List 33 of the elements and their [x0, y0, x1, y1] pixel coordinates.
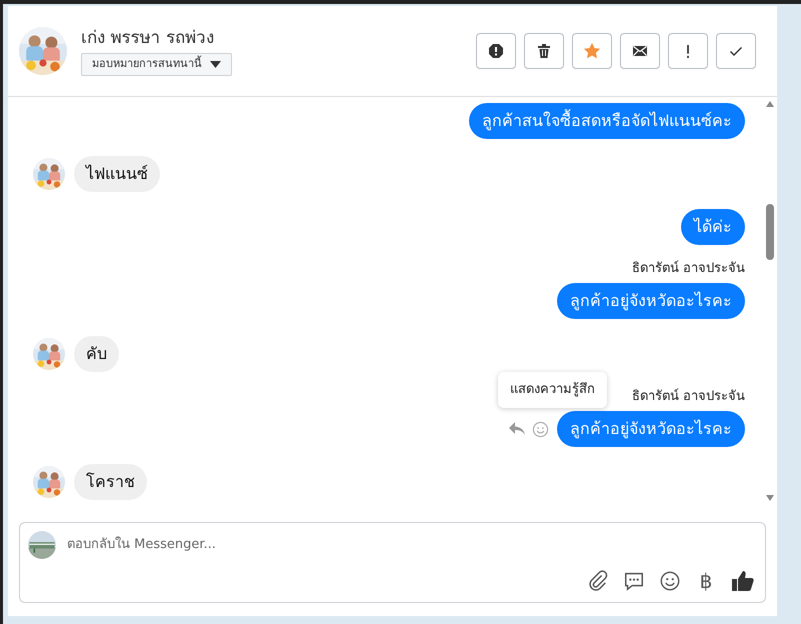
done-button[interactable]: [716, 33, 756, 69]
smiley-icon[interactable]: [659, 570, 681, 592]
thumbs-up-icon[interactable]: [731, 569, 755, 593]
important-button[interactable]: [668, 33, 708, 69]
mail-button[interactable]: [620, 33, 660, 69]
message-bubble: ลูกค้าอยู่จังหวัดอะไรคะ: [557, 411, 745, 447]
contact-name: เก่ง พรรษา รถพ่วง: [81, 26, 214, 48]
spam-button[interactable]: [476, 33, 516, 69]
star-button[interactable]: [572, 33, 612, 69]
assign-dropdown[interactable]: มอบหมายการสนทนานี้: [81, 52, 232, 76]
reply-input[interactable]: ตอบกลับใน Messenger...: [67, 535, 757, 555]
message-bubble: ลูกค้าสนใจซื้อสดหรือจัดไฟแนนซ์คะ: [469, 103, 745, 139]
sender-name: ธิดารัตน์ อาจประจัน: [632, 261, 745, 277]
message-bubble: คับ: [74, 336, 119, 372]
envelope-icon: [632, 43, 648, 59]
delete-button[interactable]: [524, 33, 564, 69]
message-bubble: ได้ค่ะ: [681, 209, 745, 245]
paperclip-icon[interactable]: [587, 570, 609, 592]
baht-button[interactable]: ฿: [695, 571, 717, 591]
tooltip: แสดงความรู้สึก: [498, 372, 607, 408]
scroll-up-icon[interactable]: [766, 101, 774, 107]
reply-box[interactable]: ตอบกลับใน Messenger... ฿: [19, 522, 766, 603]
scrollbar-thumb[interactable]: [766, 204, 774, 260]
message-bubble: ลูกค้าอยู่จังหวัดอะไรคะ: [557, 283, 745, 319]
caret-icon: [210, 60, 221, 68]
exclamation-icon: [488, 43, 504, 59]
scroll-down-icon[interactable]: [766, 495, 774, 501]
message-bubble: ไฟแนนซ์: [74, 156, 160, 192]
message-bubble: โคราช: [74, 464, 147, 500]
trash-icon: [536, 43, 552, 59]
speech-bubble-icon[interactable]: [623, 570, 645, 592]
reply-icon[interactable]: [508, 421, 526, 437]
sender-name: ธิดารัตน์ อาจประจัน: [632, 389, 745, 405]
